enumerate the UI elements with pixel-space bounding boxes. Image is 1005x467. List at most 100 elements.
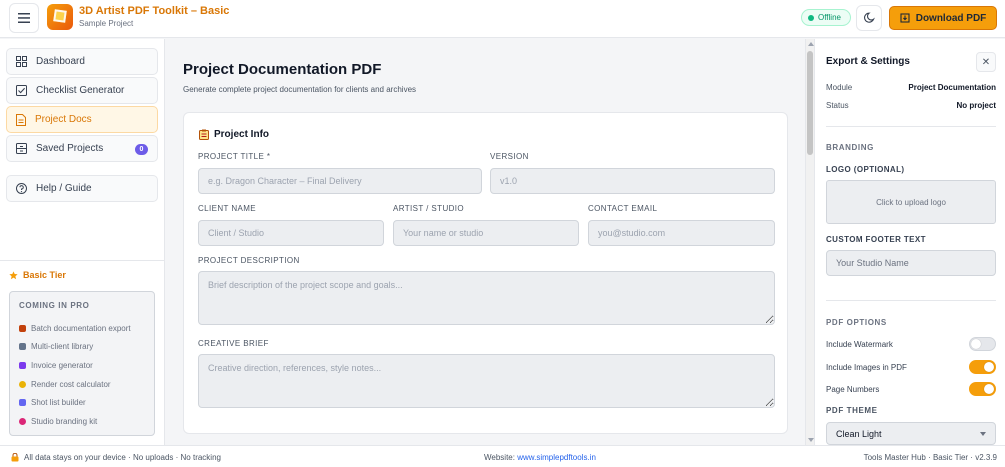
client-name-input[interactable]: [198, 220, 384, 246]
pdf-theme-select[interactable]: Clean Light: [826, 422, 996, 445]
pro-feature-item: Multi-client library: [19, 338, 145, 357]
document-icon: [16, 113, 26, 126]
artist-input[interactable]: [393, 220, 579, 246]
website-link[interactable]: www.simplepdftools.in: [517, 453, 596, 462]
logo-upload-text: Click to upload logo: [876, 197, 946, 207]
option-include-images: Include Images in PDF: [826, 360, 996, 374]
moon-icon: [864, 12, 875, 23]
page-title: Project Documentation PDF: [183, 61, 382, 78]
help-circle-icon: [16, 183, 27, 194]
library-icon: [19, 343, 26, 351]
sidebar-divider: [0, 260, 165, 261]
sidebar-item-saved-projects[interactable]: Saved Projects 0: [6, 135, 158, 162]
main-scrollbar[interactable]: [805, 39, 814, 445]
theme-toggle-button[interactable]: [856, 5, 882, 31]
module-key: Module: [826, 83, 853, 92]
invoice-icon: [19, 361, 26, 369]
menu-button[interactable]: [9, 3, 39, 33]
database-icon: [16, 143, 27, 154]
website-label: Website:: [484, 453, 515, 462]
download-label: Download PDF: [915, 12, 987, 24]
client-name-label: CLIENT NAME: [198, 204, 257, 213]
app-logo: [47, 4, 73, 30]
watermark-toggle[interactable]: [969, 337, 996, 351]
status-value: No project: [956, 101, 996, 110]
pdf-theme-label: PDF THEME: [826, 406, 878, 415]
branding-heading: BRANDING: [826, 143, 874, 152]
pdf-theme-value: Clean Light: [836, 428, 882, 439]
lightbulb-icon: [19, 380, 26, 388]
status-key: Status: [826, 101, 849, 110]
pro-feature-item: Studio branding kit: [19, 412, 145, 431]
card-title-text: Project Info: [214, 129, 270, 140]
chevron-down-icon: [980, 431, 986, 436]
star-icon: [9, 270, 18, 279]
pro-feature-label: Batch documentation export: [31, 323, 131, 333]
film-icon: [19, 399, 26, 407]
module-value: Project Documentation: [908, 83, 996, 92]
logo-upload-dropzone[interactable]: Click to upload logo: [826, 180, 996, 224]
version-info: Tools Master Hub · Basic Tier · v2.3.9: [863, 453, 997, 462]
close-icon: ✕: [981, 56, 991, 68]
hamburger-icon: [18, 13, 30, 23]
top-bar: 3D Artist PDF Toolkit – Basic Sample Pro…: [0, 0, 1005, 38]
version-label: VERSION: [490, 152, 529, 161]
download-pdf-button[interactable]: Download PDF: [889, 6, 997, 30]
project-title-label: PROJECT TITLE *: [198, 152, 271, 161]
coming-in-pro-box: COMING IN PRO Batch documentation export…: [9, 291, 155, 436]
pro-box-title: COMING IN PRO: [19, 301, 90, 310]
sidebar: Dashboard Checklist Generator Project Do…: [0, 39, 165, 445]
sidebar-item-label: Checklist Generator: [36, 85, 125, 96]
pro-feature-label: Shot list builder: [31, 398, 86, 408]
sidebar-item-project-docs[interactable]: Project Docs: [6, 106, 158, 133]
custom-footer-input[interactable]: [826, 250, 996, 276]
include-images-toggle[interactable]: [969, 360, 996, 374]
option-label: Page Numbers: [826, 384, 880, 394]
sidebar-item-label: Project Docs: [35, 114, 92, 125]
checkbox-icon: [16, 85, 27, 96]
sidebar-item-help[interactable]: Help / Guide: [6, 175, 158, 202]
sidebar-item-checklist[interactable]: Checklist Generator: [6, 77, 158, 104]
status-badge: Offline: [801, 9, 851, 26]
app-title: 3D Artist PDF Toolkit – Basic: [79, 5, 230, 17]
pro-feature-label: Studio branding kit: [31, 416, 98, 426]
project-name: Sample Project: [79, 19, 134, 28]
pro-feature-label: Invoice generator: [31, 360, 93, 370]
page-subtitle: Generate complete project documentation …: [183, 85, 417, 94]
artist-label: ARTIST / STUDIO: [393, 204, 465, 213]
pro-feature-item: Batch documentation export: [19, 319, 145, 338]
status-label: Offline: [818, 13, 841, 22]
option-label: Include Images in PDF: [826, 362, 907, 372]
contact-email-input[interactable]: [588, 220, 775, 246]
grid-icon: [16, 56, 27, 67]
package-icon: [19, 324, 26, 332]
main-content: Project Documentation PDF Generate compl…: [166, 39, 805, 445]
close-panel-button[interactable]: ✕: [976, 52, 996, 72]
website-info: Website: www.simplepdftools.in: [484, 453, 596, 462]
lock-icon: [11, 453, 19, 462]
pro-feature-item: Shot list builder: [19, 393, 145, 412]
creative-brief-label: CREATIVE BRIEF: [198, 339, 269, 348]
pro-feature-item: Invoice generator: [19, 356, 145, 375]
project-title-input[interactable]: [198, 168, 482, 194]
option-label: Include Watermark: [826, 339, 893, 349]
sidebar-item-label: Help / Guide: [36, 183, 92, 194]
contact-email-label: CONTACT EMAIL: [588, 204, 658, 213]
clipboard-icon: [199, 129, 209, 140]
palette-icon: [19, 417, 26, 425]
scrollbar-thumb[interactable]: [807, 51, 813, 155]
page-numbers-toggle[interactable]: [969, 382, 996, 396]
panel-divider: [826, 300, 996, 301]
pro-feature-label: Multi-client library: [31, 342, 94, 352]
privacy-note: All data stays on your device · No uploa…: [11, 453, 221, 462]
sidebar-item-label: Saved Projects: [36, 143, 104, 154]
sidebar-item-dashboard[interactable]: Dashboard: [6, 48, 158, 75]
pro-feature-item: Render cost calculator: [19, 375, 145, 394]
status-dot-icon: [808, 14, 814, 21]
description-textarea[interactable]: [198, 271, 775, 325]
creative-brief-textarea[interactable]: [198, 354, 775, 408]
version-input[interactable]: [490, 168, 775, 194]
pdf-options-heading: PDF OPTIONS: [826, 318, 887, 327]
privacy-text: All data stays on your device · No uploa…: [24, 453, 221, 462]
logo-label: LOGO (OPTIONAL): [826, 165, 905, 174]
